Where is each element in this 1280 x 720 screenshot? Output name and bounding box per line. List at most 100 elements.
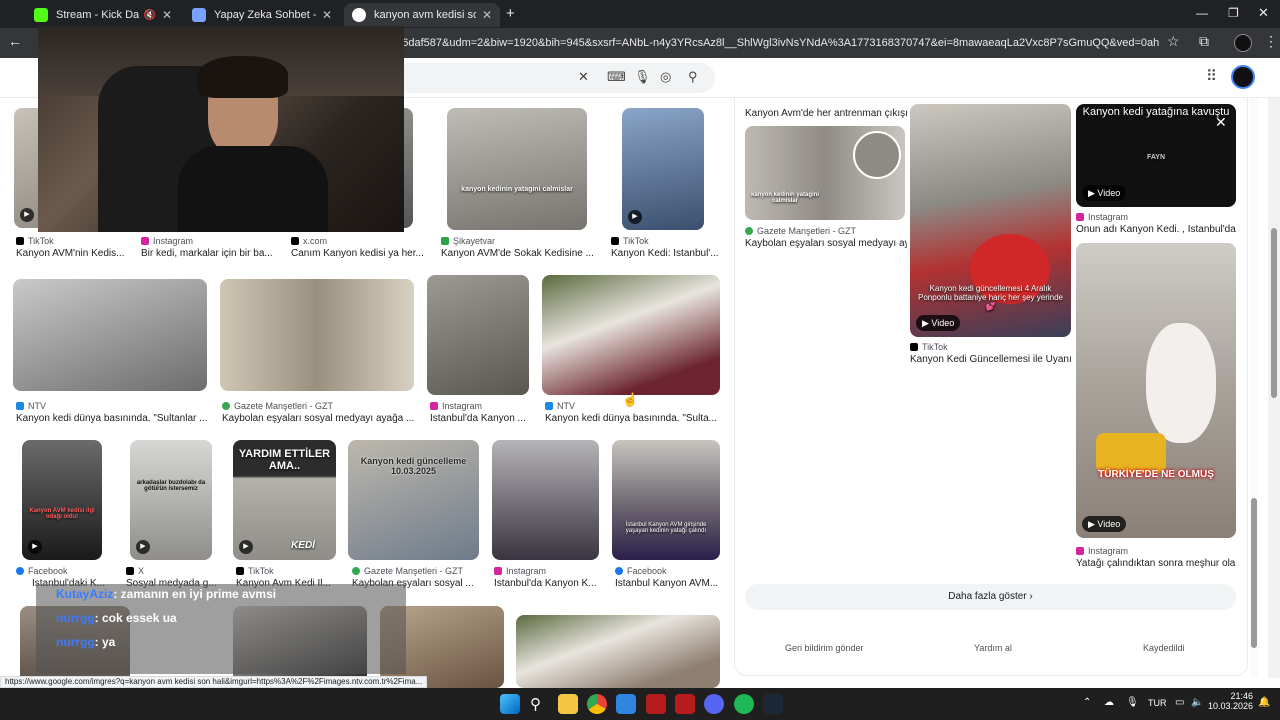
image-caption[interactable]: Canım Kanyon kedisi ya her... <box>291 248 423 259</box>
image-result[interactable] <box>13 279 207 391</box>
tab-ai-chat[interactable]: Yapay Zeka Sohbet - MissXss AI ✕ <box>184 3 340 27</box>
image-result[interactable]: Kanyon kedi güncelleme 10.03.2025 <box>348 440 479 560</box>
close-tab-icon[interactable]: ✕ <box>322 8 332 22</box>
video-play-icon: ▶ <box>20 208 34 222</box>
minimize-icon[interactable]: — <box>1196 6 1208 20</box>
panel-caption[interactable]: Yatağı çalındıktan sonra meşhur olan... <box>1076 558 1236 569</box>
image-result[interactable] <box>492 440 599 560</box>
source-label: Instagram <box>141 236 193 246</box>
window-close-icon[interactable]: ✕ <box>1258 5 1269 21</box>
image-result[interactable] <box>516 615 720 688</box>
image-caption[interactable]: İstanbul'da Kanyon ... <box>430 413 530 424</box>
google-icon <box>352 8 366 22</box>
panel-image[interactable]: Kanyon kedi güncellemesi 4 Aralık Ponpon… <box>910 104 1071 337</box>
image-overlay-text: Kanyon kedi yatağına kavuştu <box>1082 106 1230 118</box>
image-overlay-text: arkadaşlar buzdolabı da götürün istersem… <box>136 480 206 492</box>
microphone-icon[interactable]: 🎙 <box>1126 697 1139 708</box>
image-result[interactable]: ▶ <box>622 108 704 230</box>
lens-search-icon[interactable]: ◎ <box>660 69 671 85</box>
restore-icon[interactable]: ❐ <box>1228 6 1239 20</box>
saved-link[interactable]: Kaydedildi <box>1143 643 1185 653</box>
spotify-icon[interactable] <box>734 694 754 714</box>
tab-google-search[interactable]: kanyon avm kedisi son hali - Goo ✕ <box>344 3 500 27</box>
obs-app-icon[interactable] <box>646 694 666 714</box>
image-result[interactable]: kanyon kedinin yatagini calmislar <box>447 108 587 230</box>
panel-scrollbar[interactable] <box>1250 98 1258 676</box>
show-more-button[interactable]: Daha fazla göster › <box>745 584 1236 610</box>
discord-icon[interactable] <box>704 694 724 714</box>
close-tab-icon[interactable]: ✕ <box>482 8 492 22</box>
photos-icon[interactable] <box>616 694 636 714</box>
kick-icon <box>34 8 48 22</box>
panel-caption[interactable]: Kanyon Kedi Güncellemesi ile Uyanık... <box>910 354 1072 365</box>
keyboard-icon[interactable]: ⌨ <box>607 69 626 85</box>
image-result[interactable]: İstanbul Kanyon AVM girişinde yaşayan ke… <box>612 440 720 560</box>
panel-caption[interactable]: Onun adı Kanyon Kedi. , İstanbul'da bir.… <box>1076 224 1236 235</box>
sikayetvar-icon <box>441 237 449 245</box>
tray-chevron-icon[interactable]: ⌃ <box>1083 697 1091 708</box>
help-link[interactable]: Yardım al <box>974 643 1012 653</box>
back-arrow-icon[interactable]: ← <box>8 33 22 49</box>
bookmark-star-icon[interactable]: ☆ <box>1167 33 1180 50</box>
image-caption[interactable]: Kaybolan eşyaları sosyal medyayı ayağa .… <box>222 413 416 424</box>
volume-icon[interactable]: 🔈 <box>1191 697 1203 708</box>
feedback-link[interactable]: Geri bildirim gönder <box>785 643 864 653</box>
address-bar[interactable]: 3b6daf587&udm=2&biw=1920&bih=945&sxsrf=A… <box>390 31 1160 55</box>
page-scroll-thumb[interactable] <box>1271 228 1277 398</box>
tray-cloud-icon[interactable]: ☁ <box>1104 697 1114 708</box>
search-icon[interactable]: ⚲ <box>688 69 698 85</box>
image-overlay-text: Kanyon kedi güncellemesi 4 Aralık Ponpon… <box>918 284 1063 311</box>
image-caption[interactable]: Kanyon kedi dünya basınında. "Sulta... <box>545 413 720 424</box>
image-result[interactable] <box>427 275 529 395</box>
image-result[interactable] <box>220 279 414 391</box>
clock[interactable]: 21:46 10.03.2026 <box>1208 691 1253 711</box>
panel-image[interactable]: kanyon kedinin yatagini calmislar <box>745 126 905 220</box>
tab-kick-dashboard[interactable]: Stream - Kick Dashboard 🔇 ✕ <box>26 3 180 27</box>
image-overlay-text: YARDIM ETTİLER AMA.. <box>238 448 331 472</box>
video-badge: ▶ Video <box>1082 516 1127 532</box>
image-result[interactable]: Kanyon AVM kedisi ilgi odağı oldu! ▶ <box>22 440 102 560</box>
x-icon <box>291 237 299 245</box>
image-caption[interactable]: Kanyon Kedi: İstanbul'... <box>611 248 721 259</box>
image-result[interactable]: arkadaşlar buzdolabı da götürün istersem… <box>130 440 212 560</box>
image-caption[interactable]: Kanyon AVM'nin Kedis... <box>16 248 126 259</box>
clear-search-icon[interactable]: ✕ <box>578 69 589 85</box>
close-panel-icon[interactable]: ✕ <box>1215 114 1227 131</box>
image-caption[interactable]: Kanyon AVM'de Sokak Kedisine ... <box>441 248 601 259</box>
windows-start-icon[interactable] <box>500 694 520 714</box>
mute-icon[interactable]: 🔇 <box>143 10 155 21</box>
network-icon[interactable]: ▭ <box>1175 697 1184 708</box>
new-tab-button[interactable]: + <box>506 5 515 22</box>
extensions-icon[interactable]: ⧉ <box>1199 33 1209 50</box>
panel-image[interactable]: Kanyon kedi yatağına kavuştu FAYN ▶ Vide… <box>1076 104 1236 207</box>
taskbar-search-icon[interactable]: ⚲ <box>530 695 541 713</box>
obs-app-icon[interactable] <box>675 694 695 714</box>
profile-avatar[interactable] <box>1234 34 1252 52</box>
chrome-icon[interactable] <box>587 694 607 714</box>
chat-username: nurrgg <box>56 611 95 625</box>
apps-grid-icon[interactable]: ⠿ <box>1206 67 1217 85</box>
close-tab-icon[interactable]: ✕ <box>162 8 172 22</box>
source-name: NTV <box>28 401 46 411</box>
language-indicator[interactable]: TUR <box>1148 698 1167 708</box>
instagram-icon <box>494 567 502 575</box>
panel-caption[interactable]: Kanyon Avm'de her antrenman çıkışı kız..… <box>745 108 907 119</box>
menu-kebab-icon[interactable]: ⋮ <box>1264 33 1278 50</box>
panel-caption[interactable]: Kaybolan eşyaları sosyal medyayı ayağ... <box>745 238 907 249</box>
image-caption[interactable]: İstanbul'da Kanyon K... <box>494 578 600 589</box>
file-explorer-icon[interactable] <box>558 694 578 714</box>
image-result[interactable]: YARDIM ETTİLER AMA.. KEDİ ▶ <box>233 440 336 560</box>
image-caption[interactable]: İstanbul Kanyon AVM... <box>615 578 721 589</box>
image-caption[interactable]: Kanyon kedi dünya basınında. "Sultanlar … <box>16 413 210 424</box>
account-avatar[interactable] <box>1231 65 1255 89</box>
steam-icon[interactable] <box>763 694 783 714</box>
stream-chat-overlay: KutayAziz: zamanın en iyi prime avmsi nu… <box>36 584 406 674</box>
panel-scroll-thumb[interactable] <box>1251 498 1257 648</box>
panel-image[interactable]: TÜRKİYE'DE NE OLMUŞ ▶ Video <box>1076 243 1236 538</box>
image-caption[interactable]: Bir kedi, markalar için bir ba... <box>141 248 273 259</box>
image-result[interactable] <box>542 275 720 395</box>
voice-search-icon[interactable]: 🎙 <box>634 69 651 85</box>
notification-icon[interactable]: 🔔 <box>1258 697 1270 708</box>
mouse-cursor-icon: ☝ <box>622 392 639 407</box>
page-scrollbar[interactable] <box>1268 98 1280 678</box>
